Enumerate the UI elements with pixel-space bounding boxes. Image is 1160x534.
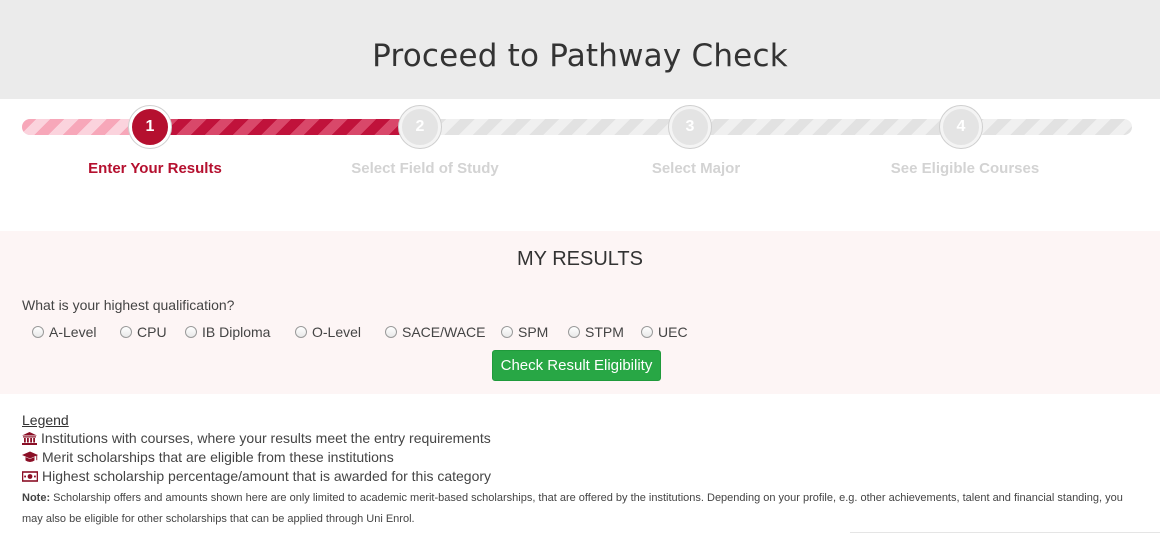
option-label: SACE/WACE (402, 324, 486, 340)
legend-item: Highest scholarship percentage/amount th… (22, 467, 1142, 486)
page-header: Proceed to Pathway Check (0, 0, 1160, 99)
option-label: SPM (518, 324, 549, 340)
scholarship-note: Note: Scholarship offers and amounts sho… (22, 488, 1142, 530)
option-label: A-Level (49, 324, 97, 340)
check-result-eligibility-button[interactable]: Check Result Eligibility (492, 350, 661, 381)
qualification-option-ib-diploma[interactable]: IB Diploma (185, 322, 270, 342)
legend-title: Legend (22, 412, 69, 428)
radio-button[interactable] (120, 326, 132, 338)
qualification-option-o-level[interactable]: O-Level (295, 322, 361, 342)
legend-item-text: Highest scholarship percentage/amount th… (42, 468, 492, 484)
qualification-option-a-level[interactable]: A-Level (32, 322, 96, 342)
legend-item-text: Institutions with courses, where your re… (41, 430, 491, 446)
legend-item: Merit scholarships that are eligible fro… (22, 448, 1142, 467)
graduation-cap-icon (22, 451, 38, 462)
pathway-progress: 1 2 3 4 Enter Your Results Select Field … (0, 99, 1160, 231)
progress-track-completed (150, 119, 422, 135)
qualification-option-spm[interactable]: SPM (501, 322, 548, 342)
divider (850, 532, 1160, 533)
radio-button[interactable] (501, 326, 513, 338)
step-3-circle: 3 (669, 106, 711, 148)
step-1-circle[interactable]: 1 (129, 106, 171, 148)
step-2-label: Select Field of Study (351, 160, 499, 177)
legend-item-text: Merit scholarships that are eligible fro… (42, 449, 394, 465)
note-label: Note: (22, 492, 51, 504)
step-3-label: Select Major (651, 160, 741, 177)
step-4-circle: 4 (940, 106, 982, 148)
my-results-panel: MY RESULTS What is your highest qualific… (0, 231, 1160, 394)
qualification-option-stpm[interactable]: STPM (568, 322, 624, 342)
radio-button[interactable] (32, 326, 44, 338)
radio-button[interactable] (295, 326, 307, 338)
qualification-option-uec[interactable]: UEC (641, 322, 688, 342)
option-label: O-Level (312, 324, 362, 340)
option-label: CPU (137, 324, 167, 340)
results-heading: MY RESULTS (517, 248, 643, 270)
step-4-label: See Eligible Courses (890, 160, 1040, 177)
legend-item: Institutions with courses, where your re… (22, 429, 1142, 448)
qualification-question: What is your highest qualification? (22, 297, 235, 313)
radio-button[interactable] (641, 326, 653, 338)
qualification-option-sace-wace[interactable]: SACE/WACE (385, 322, 486, 342)
note-text: Scholarship offers and amounts shown her… (22, 492, 1123, 525)
radio-button[interactable] (385, 326, 397, 338)
institution-icon (22, 432, 37, 445)
money-bill-icon (22, 471, 38, 482)
page-title: Proceed to Pathway Check (372, 38, 788, 74)
option-label: UEC (658, 324, 688, 340)
step-1-label[interactable]: Enter Your Results (45, 160, 265, 177)
qualification-option-cpu[interactable]: CPU (120, 322, 167, 342)
step-2-circle: 2 (399, 106, 441, 148)
legend: Legend Institutions with courses, where … (22, 412, 1142, 530)
radio-button[interactable] (185, 326, 197, 338)
radio-button[interactable] (568, 326, 580, 338)
option-label: IB Diploma (202, 324, 271, 340)
option-label: STPM (585, 324, 624, 340)
